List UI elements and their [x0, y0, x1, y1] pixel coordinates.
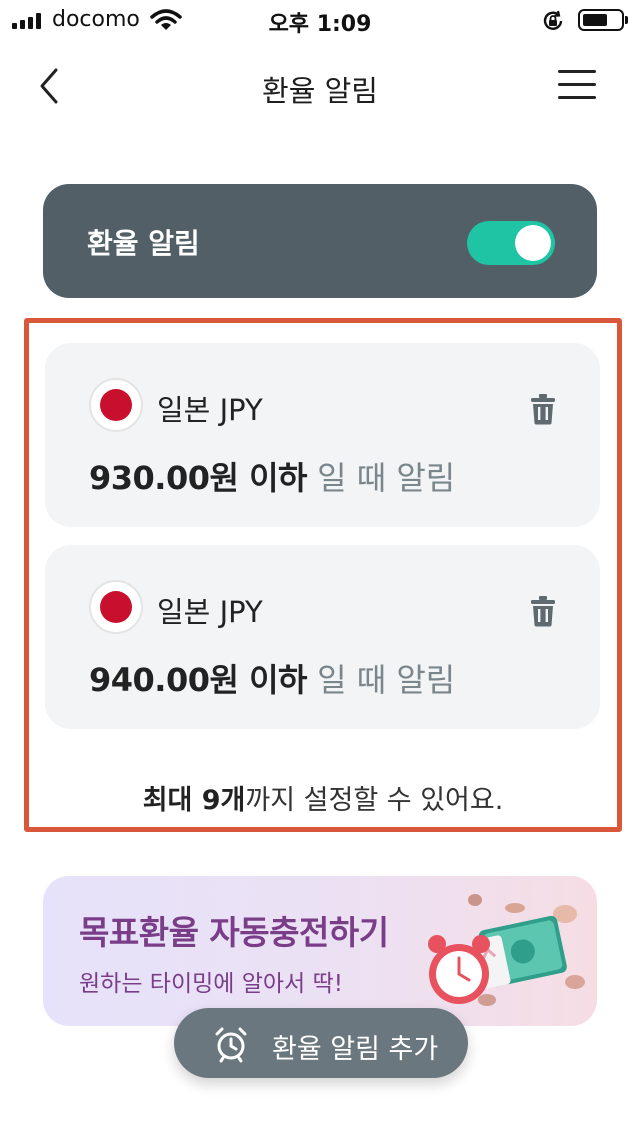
add-alert-label: 환율 알림 추가	[272, 1034, 439, 1065]
alert-toggle-label: 환율 알림	[87, 227, 200, 260]
alert-toggle-switch[interactable]	[467, 221, 555, 265]
max-count: 최대 9개	[142, 785, 246, 816]
promo-subtitle: 원하는 타이밍에 알아서 딱!	[79, 971, 343, 997]
alert-item[interactable]: 일본 JPY 940.00원 이하 일 때 알림	[45, 545, 600, 729]
alert-threshold: 940.00원 이하	[89, 661, 307, 699]
switch-knob	[515, 225, 551, 261]
alerts-list-highlight: 일본 JPY 930.00원 이하 일 때 알림 일본 JPY 940.00원 …	[24, 318, 622, 832]
alert-item[interactable]: 일본 JPY 930.00원 이하 일 때 알림	[45, 343, 600, 527]
orientation-lock-icon	[543, 10, 563, 30]
japan-flag-icon	[89, 580, 143, 634]
max-note-rest: 까지 설정할 수 있어요.	[245, 785, 504, 816]
alert-threshold: 930.00원 이하	[89, 459, 307, 497]
trash-icon[interactable]	[529, 595, 557, 627]
alert-suffix: 일 때 알림	[306, 661, 456, 699]
auto-charge-promo-banner[interactable]: 목표환율 자동충전하기 원하는 타이밍에 알아서 딱!	[43, 876, 597, 1026]
max-alerts-note: 최대 9개까지 설정할 수 있어요.	[29, 778, 617, 817]
add-alert-button[interactable]: 환율 알림 추가	[174, 1008, 468, 1078]
page-title: 환율 알림	[262, 74, 378, 108]
alarm-clock-icon	[428, 935, 490, 1004]
currency-label: 일본 JPY	[157, 595, 263, 629]
alert-condition: 940.00원 이하 일 때 알림	[89, 655, 455, 701]
hamburger-menu-icon	[558, 70, 596, 73]
alert-toggle-card: 환율 알림	[43, 184, 597, 298]
trash-icon[interactable]	[529, 393, 557, 425]
menu-button[interactable]	[556, 68, 600, 102]
alert-suffix: 일 때 알림	[306, 459, 456, 497]
promo-illustration	[428, 894, 585, 1006]
status-bar: docomo 오후 1:09	[0, 0, 640, 40]
alarm-clock-icon	[215, 1027, 247, 1063]
promo-title: 목표환율 자동충전하기	[79, 913, 389, 952]
currency-label: 일본 JPY	[157, 393, 263, 427]
alert-condition: 930.00원 이하 일 때 알림	[89, 453, 455, 499]
nav-bar: 환율 알림	[0, 50, 640, 120]
battery-icon	[578, 9, 628, 31]
japan-flag-icon	[89, 378, 143, 432]
